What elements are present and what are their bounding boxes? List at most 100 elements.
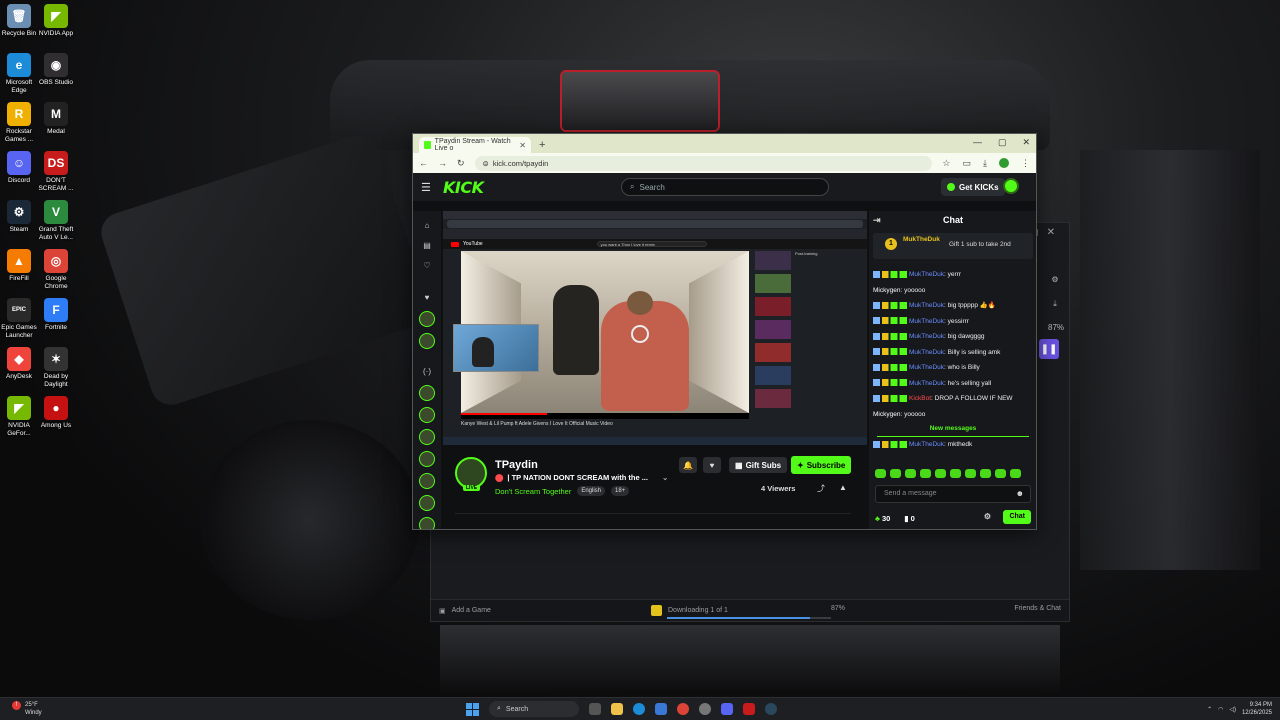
start-windows-icon[interactable] xyxy=(466,702,479,716)
store-icon[interactable] xyxy=(655,703,667,715)
kick-search-input[interactable]: ⌕ Search xyxy=(621,178,829,196)
followed-channel-avatar[interactable] xyxy=(419,311,435,327)
emote-icon[interactable] xyxy=(950,469,961,478)
forward-icon[interactable]: → xyxy=(438,158,447,168)
new-tab-button[interactable]: + xyxy=(539,139,545,151)
following-heart-icon[interactable]: ♡ xyxy=(419,257,435,273)
chat-username[interactable]: MukTheDuk xyxy=(909,333,944,340)
video-player[interactable]: YouTube you want a Thon I love it remix … xyxy=(443,211,867,445)
chat-input[interactable]: Send a message ☻ xyxy=(875,485,1031,503)
steam-app-icon[interactable] xyxy=(765,703,777,715)
notification-bell-button[interactable]: 🔔 xyxy=(679,457,697,473)
desktop-icon[interactable]: ☺ Discord xyxy=(0,151,38,185)
emote-icon[interactable] xyxy=(890,469,901,478)
settings-icon[interactable]: ⚙ xyxy=(1048,275,1062,289)
emoji-icon[interactable]: ☻ xyxy=(1016,489,1024,498)
discord-app-icon[interactable] xyxy=(721,703,733,715)
bookmark-star-icon[interactable]: ☆ xyxy=(942,158,950,169)
collapse-chat-icon[interactable]: ⇥ xyxy=(873,215,881,226)
desktop-icon[interactable]: ◆ AnyDesk xyxy=(0,347,38,381)
desktop-icon[interactable]: ● Among Us xyxy=(37,396,75,430)
emote-icon[interactable] xyxy=(1010,469,1021,478)
rockstar-app-icon[interactable] xyxy=(743,703,755,715)
download-icon[interactable]: ⤓ xyxy=(1048,299,1062,313)
emote-icon[interactable] xyxy=(875,469,886,478)
desktop-icon[interactable]: EPIC Epic Games Launcher xyxy=(0,298,38,339)
desktop-icon[interactable]: ◤ NVIDIA App xyxy=(37,4,75,38)
user-avatar[interactable] xyxy=(1003,178,1019,194)
chevron-down-icon[interactable]: ⌄ xyxy=(662,473,668,482)
kicks-count[interactable]: ♣ 30 xyxy=(875,514,890,523)
minimize-icon[interactable]: — xyxy=(973,137,982,148)
recommended-channel-avatar[interactable] xyxy=(419,517,435,529)
recommended-channel-avatar[interactable] xyxy=(419,451,435,467)
get-kicks-button[interactable]: Get KICKs xyxy=(941,178,1005,196)
streamer-name[interactable]: TPaydin xyxy=(495,459,538,471)
clock[interactable]: 9:34 PM 12/26/2025 xyxy=(1242,701,1272,717)
desktop-icon[interactable]: R Rockstar Games ... xyxy=(0,102,38,143)
chat-username[interactable]: KickBot xyxy=(909,395,931,402)
pause-button[interactable]: ❚❚ xyxy=(1039,339,1059,359)
chat-username[interactable]: MukTheDuk xyxy=(909,271,944,278)
points-count[interactable]: ▮ 0 xyxy=(904,514,914,523)
tag-language[interactable]: English xyxy=(577,486,606,496)
file-explorer-icon[interactable] xyxy=(611,703,623,715)
recommended-icon[interactable]: (·) xyxy=(419,363,435,379)
wifi-icon[interactable]: ◠ xyxy=(1218,706,1223,713)
browser-tab[interactable]: TPaydin Stream - Watch Live o ✕ xyxy=(419,137,531,153)
chat-username[interactable]: MukTheDuk xyxy=(909,302,944,309)
kick-logo[interactable]: KICK xyxy=(443,178,484,197)
chat-username[interactable]: Mickygen xyxy=(873,411,900,418)
desktop-icon[interactable]: ✶ Dead by Daylight xyxy=(37,347,75,388)
pinned-gift-banner[interactable]: 1 MukTheDuk Gift 1 sub to take 2nd xyxy=(873,233,1033,259)
cast-icon[interactable]: ▭ xyxy=(963,158,972,169)
followed-channel-avatar[interactable] xyxy=(419,333,435,349)
reload-icon[interactable]: ↻ xyxy=(457,158,465,169)
desktop-icon[interactable]: ⚙ Steam xyxy=(0,200,38,234)
recommended-channel-avatar[interactable] xyxy=(419,495,435,511)
recommended-channel-avatar[interactable] xyxy=(419,473,435,489)
emote-icon[interactable] xyxy=(905,469,916,478)
site-info-icon[interactable]: ⊜ xyxy=(483,159,489,168)
download-tray-icon[interactable]: ⤓ xyxy=(983,158,987,169)
tag-age[interactable]: 18+ xyxy=(611,486,630,496)
desktop-icon[interactable]: ◉ OBS Studio xyxy=(37,53,75,87)
desktop-icon[interactable]: e Microsoft Edge xyxy=(0,53,38,94)
chat-username[interactable]: MukTheDuk xyxy=(909,380,944,387)
desktop-icon[interactable]: V Grand Theft Auto V Le... xyxy=(37,200,75,241)
emote-icon[interactable] xyxy=(995,469,1006,478)
gift-subs-button[interactable]: ▦ Gift Subs xyxy=(729,457,788,473)
recommended-channel-avatar[interactable] xyxy=(419,429,435,445)
chrome-icon[interactable] xyxy=(677,703,689,715)
friends-chat-button[interactable]: Friends & Chat xyxy=(1014,605,1061,612)
recommended-channel-avatar[interactable] xyxy=(419,385,435,401)
home-icon[interactable]: ⌂ xyxy=(419,217,435,233)
desktop-icon[interactable]: ◤ NVIDIA GeFor... xyxy=(0,396,38,437)
menu-dots-icon[interactable]: ⋮ xyxy=(1021,158,1030,169)
download-status[interactable]: Downloading 1 of 1 xyxy=(651,605,728,616)
report-icon[interactable]: ▲ xyxy=(839,483,847,492)
desktop-icon[interactable]: M Medal xyxy=(37,102,75,136)
weather-widget[interactable]: ! 25°F Windy xyxy=(12,701,42,717)
emote-icon[interactable] xyxy=(980,469,991,478)
back-icon[interactable]: ← xyxy=(419,158,428,168)
desktop-icon[interactable]: DS DON'T SCREAM ... xyxy=(37,151,75,192)
close-window-icon[interactable]: ✕ xyxy=(1022,137,1030,148)
desktop-icon[interactable]: F Fortnite xyxy=(37,298,75,332)
chat-username[interactable]: MukTheDuk xyxy=(909,318,944,325)
maximize-icon[interactable]: ▢ xyxy=(998,137,1007,148)
emote-icon[interactable] xyxy=(935,469,946,478)
subscribe-button[interactable]: ✦ Subscribe xyxy=(791,456,852,474)
browse-icon[interactable]: ▤ xyxy=(419,237,435,253)
settings-app-icon[interactable] xyxy=(699,703,711,715)
emote-icon[interactable] xyxy=(920,469,931,478)
task-view-icon[interactable] xyxy=(589,703,601,715)
chat-username[interactable]: MukTheDuk xyxy=(909,441,944,448)
chat-username[interactable]: MukTheDuk xyxy=(909,349,944,356)
chat-settings-icon[interactable]: ⚙ xyxy=(984,512,991,521)
tray-overflow-icon[interactable]: ⌃ xyxy=(1207,706,1212,713)
new-messages-divider[interactable]: New messages xyxy=(877,422,1029,437)
profile-avatar[interactable] xyxy=(999,158,1009,168)
send-chat-button[interactable]: Chat xyxy=(1003,510,1031,524)
add-game-button[interactable]: ▣ Add a Game xyxy=(439,607,491,615)
